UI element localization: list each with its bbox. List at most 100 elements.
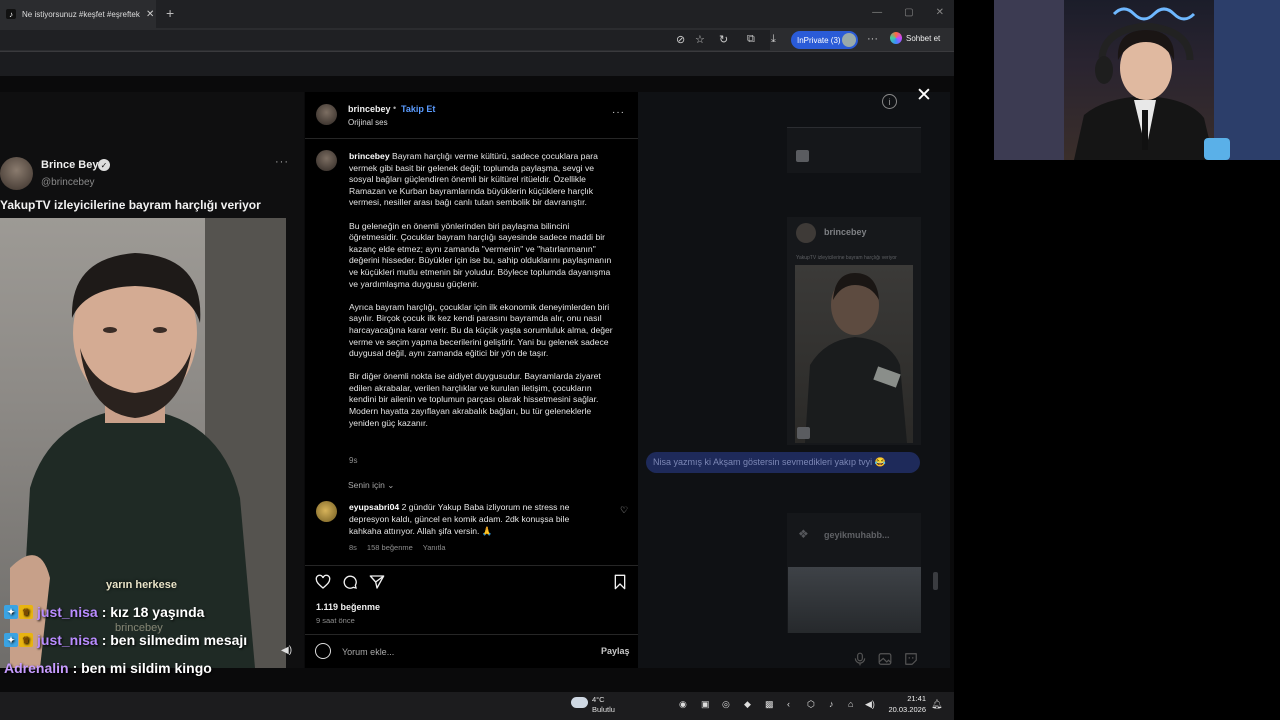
chat-username: just_nisa (37, 604, 98, 620)
clock-time[interactable]: 21:41 (888, 694, 926, 703)
tab-close-icon[interactable]: ✕ (146, 9, 154, 20)
author-avatar[interactable] (316, 104, 337, 125)
comment-meta: 8s 158 beğenme Yanıtla (349, 543, 446, 552)
microphone-tray-icon[interactable]: ♪ (829, 699, 834, 709)
video-frame[interactable] (0, 218, 286, 668)
more-menu-icon[interactable]: ··· (867, 33, 878, 45)
post-caption: brincebey Bayram harçlığı verme kültürü,… (349, 151, 617, 441)
window-controls: — ▢ ✕ (872, 7, 944, 18)
comment-input[interactable] (342, 645, 582, 659)
chat-username: just_nisa (37, 632, 98, 648)
network-icon[interactable]: ⌂ (848, 699, 853, 709)
tray-app-icon[interactable]: ‹ (787, 699, 790, 709)
save-bookmark-icon[interactable] (612, 574, 628, 590)
separator-dot: • (393, 103, 397, 113)
chevron-down-icon: ⌄ (387, 480, 395, 490)
dm-card-logo-icon: ❖ (798, 527, 809, 541)
share-send-icon[interactable] (369, 574, 385, 590)
dm-card-caption: YakupTV izleyicilerine bayram harçlığı v… (796, 255, 897, 261)
dm-card-thumbnail[interactable] (788, 567, 921, 633)
volume-icon[interactable]: ◀) (281, 645, 292, 656)
dm-card-username: geyikmuhabb... (824, 530, 890, 540)
commenter-avatar[interactable] (316, 501, 337, 522)
follow-button[interactable]: Takip Et (401, 104, 435, 114)
dm-shared-post-card[interactable] (787, 127, 921, 173)
dm-scrollbar[interactable] (933, 572, 938, 590)
comment-time: 8s (349, 543, 357, 552)
dm-card-avatar (796, 223, 816, 243)
chat-text: : ben silmedim mesajı (101, 632, 248, 648)
weather-temperature[interactable]: 4°C (592, 695, 605, 704)
download-icon[interactable]: ⤓ (771, 33, 776, 46)
address-field[interactable] (0, 30, 770, 50)
weather-description[interactable]: Bulutlu (592, 705, 615, 714)
tracking-prevention-icon[interactable]: ⊘ (676, 33, 685, 46)
tray-app-icon[interactable]: ◆ (744, 699, 751, 710)
tweet-text: YakupTV izleyicilerine bayram harçlığı v… (0, 198, 261, 212)
likes-count[interactable]: 1.119 beğenme (316, 602, 380, 612)
dm-card-username: brincebey (824, 227, 867, 237)
caption-paragraph: Bir diğer önemli nokta ise aidiyet duygu… (349, 371, 601, 428)
close-window-button[interactable]: ✕ (936, 7, 944, 18)
dm-thumbnail-person (805, 273, 907, 443)
chat-text: : kız 18 yaşında (101, 604, 205, 620)
background-strip (954, 160, 1280, 720)
subscriber-badge-icon: ✦ (4, 605, 18, 619)
image-icon[interactable] (878, 652, 892, 666)
dm-card-video-thumbnail[interactable] (795, 265, 913, 443)
author-username[interactable]: brincebey (348, 104, 391, 114)
post-comment-button[interactable]: Paylaş (601, 646, 630, 656)
caption-username[interactable]: brincebey (349, 151, 390, 161)
divider (305, 634, 638, 635)
browser-tab[interactable]: ♪ Ne istiyorsunuz #keşfet #eşrefteki ✕ (0, 0, 156, 28)
notification-bell-icon[interactable]: 🔔︎ (931, 699, 942, 710)
comment-like-heart-icon[interactable]: ♡ (620, 505, 628, 516)
comment: eyupsabri04 2 gündür Yakup Baba izliyoru… (349, 502, 601, 537)
reel-play-icon (797, 427, 810, 439)
reply-button[interactable]: Yanıtla (423, 543, 446, 552)
comment-likes[interactable]: 158 beğenme (367, 543, 413, 552)
audio-label[interactable]: Orijinal ses (348, 118, 388, 127)
caption-paragraph: Ayrıca bayram harçlığı, çocuklar için il… (349, 301, 613, 359)
commenter-username[interactable]: eyupsabri04 (349, 502, 399, 512)
sticker-icon[interactable] (904, 652, 918, 666)
tab-title: Ne istiyorsunuz #keşfet #eşrefteki (22, 9, 140, 19)
favorite-star-icon[interactable]: ☆ (695, 33, 705, 46)
verified-badge-icon: ✓ (98, 159, 110, 171)
microphone-icon[interactable] (853, 652, 867, 666)
copilot-chat-button[interactable]: Sohbet et (890, 32, 940, 44)
tiktok-icon: ♪ (6, 9, 16, 19)
tweet-avatar (0, 157, 33, 190)
post-time: 9 saat önce (316, 616, 355, 625)
post-options-icon[interactable]: ··· (612, 107, 625, 118)
tray-app-icon[interactable]: ▣ (701, 699, 710, 710)
refresh-icon[interactable]: ↻ (719, 33, 728, 46)
tray-app-icon[interactable]: ◎ (722, 699, 730, 710)
emoji-icon[interactable] (315, 643, 331, 659)
divider (305, 138, 638, 139)
subscriber-badge-icon: ✦ (4, 633, 18, 647)
comment-sort-dropdown[interactable]: Senin için ⌄ (348, 480, 394, 491)
minimize-button[interactable]: — (872, 7, 882, 18)
info-icon[interactable]: i (882, 94, 897, 109)
caption-avatar[interactable] (316, 150, 337, 171)
new-tab-button[interactable]: + (166, 5, 174, 21)
tray-app-icon[interactable]: ⬡ (807, 699, 815, 710)
chat-message: ✦ ♛ just_nisa : kız 18 yaşında (4, 604, 204, 620)
tray-app-icon[interactable]: ▩ (765, 699, 774, 710)
maximize-button[interactable]: ▢ (904, 7, 913, 18)
divider (305, 565, 638, 566)
tray-app-icon[interactable]: ◉ (679, 699, 687, 710)
collections-icon[interactable]: ⧉ (747, 33, 755, 46)
comment-bubble-icon[interactable] (342, 574, 358, 590)
cloud-icon[interactable] (571, 697, 588, 708)
copilot-icon (890, 32, 902, 44)
like-heart-icon[interactable] (315, 574, 331, 590)
clock-date[interactable]: 20.03.2026 (882, 705, 926, 714)
inprivate-button[interactable]: InPrivate (3) (791, 31, 858, 49)
close-icon[interactable]: ✕ (916, 84, 932, 107)
volume-tray-icon[interactable]: ◀) (865, 699, 875, 710)
caption-paragraph: Bu geleneğin en önemli yönlerinden biri … (349, 220, 612, 289)
webcam-image (994, 0, 1280, 160)
tweet-author-name: Brince Bey (41, 159, 99, 171)
